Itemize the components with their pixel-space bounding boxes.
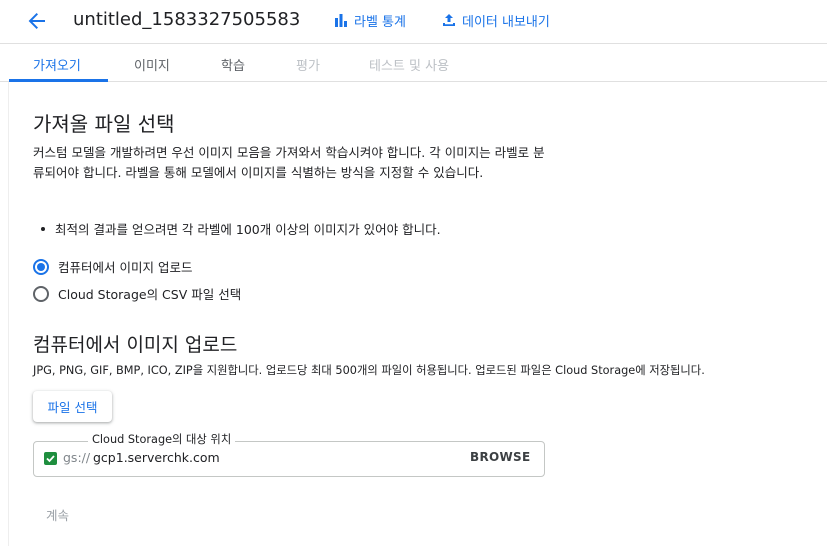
dataset-title: untitled_1583327505583 [73,9,301,30]
valid-check-icon [44,452,57,465]
bar-chart-icon [335,14,347,27]
tab-train[interactable]: 학습 [221,55,245,74]
active-tab-indicator [9,79,108,82]
gs-prefix: gs:// [63,450,91,465]
back-button[interactable] [22,6,52,36]
destination-input[interactable]: gcp1.serverchk.com [93,450,220,465]
tab-test-and-use: 테스트 및 사용 [369,59,450,74]
continue-button: 계속 [46,508,70,523]
radio-upload-from-computer[interactable]: 컴퓨터에서 이미지 업로드 [33,257,192,276]
import-heading: 가져올 파일 선택 [33,112,175,136]
browse-button[interactable]: BROWSE [470,450,530,464]
import-tip: 최적의 결과를 얻으려면 각 라벨에 100개 이상의 이미지가 있어야 합니다… [55,222,441,237]
radio-button[interactable] [33,285,49,302]
radio-label: Cloud Storage의 CSV 파일 선택 [58,287,242,302]
tab-evaluate: 평가 [296,59,320,74]
upload-icon [443,14,455,26]
tab-images[interactable]: 이미지 [134,55,170,74]
export-data-button[interactable]: 데이터 내보내기 [442,10,550,30]
import-description: 커스텀 모델을 개발하려면 우선 이미지 모음을 가져와서 학습시켜야 합니다.… [33,145,545,180]
export-data-label: 데이터 내보내기 [462,14,550,30]
radio-button-selected[interactable] [33,258,49,275]
tab-import[interactable]: 가져오기 [33,55,81,74]
arrow-back-icon [28,13,45,29]
check-icon [46,455,55,463]
upload-heading: 컴퓨터에서 이미지 업로드 [33,334,238,356]
tab-bar: 가져오기 이미지 학습 평가 테스트 및 사용 [0,44,827,82]
app-header: untitled_1583327505583 라벨 통계 데이터 내보내기 [0,0,827,44]
select-files-button[interactable]: 파일 선택 [33,391,112,422]
destination-label: Cloud Storage의 대상 위치 [88,431,236,447]
label-stats-label: 라벨 통계 [354,14,406,30]
side-divider [8,82,9,546]
radio-csv-from-cloud-storage[interactable]: Cloud Storage의 CSV 파일 선택 [33,284,241,303]
upload-info: JPG, PNG, GIF, BMP, ICO, ZIP을 지원합니다. 업로드… [33,364,705,377]
radio-label: 컴퓨터에서 이미지 업로드 [58,260,193,275]
bullet-icon [41,227,45,231]
label-stats-button[interactable]: 라벨 통계 [334,10,406,30]
